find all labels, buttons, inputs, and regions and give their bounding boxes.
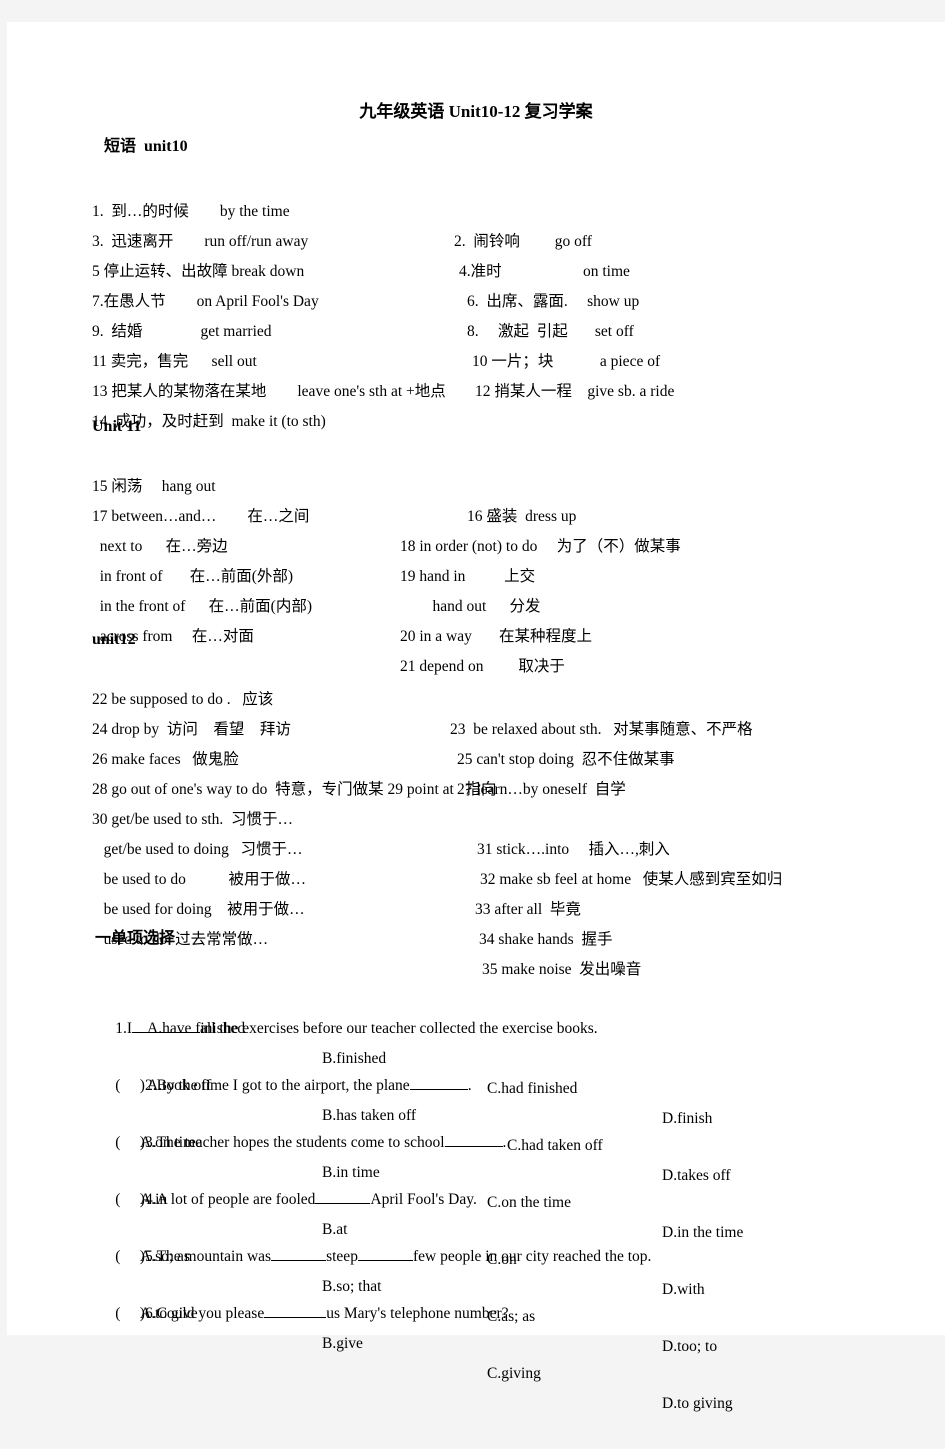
option-d[interactable]: D.to giving: [662, 1389, 733, 1419]
section-heading-multiple-choice: 一单项选择: [95, 930, 176, 947]
question-stem: ( )3.The teacher hopes the students come…: [7, 1068, 945, 1151]
phrase-row: 9. 结婚 get married 10 一片；块 a piece of: [7, 287, 945, 370]
section-heading-unit11: Unit 11: [92, 418, 142, 435]
option-a[interactable]: A.to give: [140, 1299, 198, 1329]
question-options: A.so; as B.so; that C.as; as D.too; to: [7, 1212, 945, 1355]
option-d[interactable]: D.too; to: [662, 1332, 717, 1362]
question-stem: 1.I all the exercises before our teacher …: [7, 954, 945, 1037]
phrase-row: get/be used to doing 习惯于… 32 make sb fee…: [7, 805, 945, 888]
document-body: 九年级英语 Unit10-12 复习学案 短语 unit10 1. 到…的时候 …: [7, 22, 945, 1412]
phrase-row: in the front of 在…前面(内部) 20 in a way 在某种…: [7, 562, 945, 645]
phrase-row: be used to do 被用于做… 33 after all 毕竟: [7, 835, 945, 918]
option-c[interactable]: C.giving: [487, 1359, 541, 1389]
option-b[interactable]: B.give: [322, 1329, 363, 1359]
phrase-row: used to do 过去常常做… 35 make noise 发出噪音: [7, 895, 945, 978]
phrase-row: 11 卖完，售完 sell out 12 捎某人一程 give sb. a ri…: [7, 317, 945, 400]
question-stem: ( )2.By the time I got to the airport, t…: [7, 1011, 945, 1094]
phrase-row: 13 把某人的某物落在某地 leave one's sth at +地点: [7, 347, 945, 400]
section-heading-phrases-unit10: 短语 unit10: [104, 138, 188, 155]
question-stem: ( )6.Could you please us Mary's telephone…: [7, 1239, 945, 1322]
section-heading-unit12: unit12: [92, 631, 136, 648]
question-options: A.have finished B.finished C.had finishe…: [7, 984, 945, 1127]
page-title: 九年级英语 Unit10-12 复习学案: [359, 102, 593, 121]
question-options: A.in B.at C.on D.with: [7, 1155, 945, 1298]
phrase-row: 7.在愚人节 on April Fool's Day 8. 激起 引起 set …: [7, 257, 945, 340]
phrase-row: 26 make faces 做鬼脸 27 learn…by oneself 自学: [7, 715, 945, 798]
phrase-row: 30 get/be used to sth. 习惯于… 31 stick….in…: [7, 775, 945, 858]
phrase-row: 17 between…and… 在…之间 18 in order (not) t…: [7, 472, 945, 555]
phrase-row: 1. 到…的时候 by the time 2. 闹铃响 go off: [7, 167, 945, 250]
question-options: A.to give B.give C.giving D.to giving: [7, 1269, 945, 1412]
question-stem-after: us Mary's telephone number?: [326, 1305, 509, 1322]
answer-blank[interactable]: [264, 1303, 327, 1318]
question-options: A.took off B.has taken off C.had taken o…: [7, 1041, 945, 1184]
phrase-row: 5 停止运转、出故障 break down 6. 出席、露面. show up: [7, 227, 945, 310]
phrase-row: 15 闲荡 hang out 16 盛装 dress up: [7, 442, 945, 525]
phrase-row: 14 成功，及时赶到 make it (to sth): [7, 377, 945, 430]
phrase-right: 20 in a way 在某种程度上: [400, 628, 593, 645]
question-options: A.on time B.in time C.on the time D.in t…: [7, 1098, 945, 1241]
phrase-row: in front of 在…前面(外部) hand out 分发: [7, 532, 945, 615]
phrase-row: 24 drop by 访问 看望 拜访 25 can't stop doing …: [7, 685, 945, 768]
question-stem: ( )5.The mountain was steep few people in …: [7, 1182, 945, 1265]
phrase-right: 34 shake hands 握手: [479, 931, 613, 948]
phrase-row: 22 be supposed to do . 应该 23 be relaxed …: [7, 655, 945, 738]
phrase-row: next to 在…旁边 19 hand in 上交: [7, 502, 945, 585]
document-page: 九年级英语 Unit10-12 复习学案 短语 unit10 1. 到…的时候 …: [7, 22, 945, 1412]
phrase-row: 28 go out of one's way to do 特意，专门做某 29 …: [7, 745, 945, 798]
phrase-row: across from 在…对面 21 depend on 取决于: [7, 592, 945, 675]
phrase-row: 3. 迅速离开 run off/run away 4.准时 on time: [7, 197, 945, 280]
phrase-row: be used for doing 被用于做… 34 shake hands 握…: [7, 865, 945, 948]
question-stem: ( )4.A lot of people are fooled April Foo…: [7, 1125, 945, 1208]
